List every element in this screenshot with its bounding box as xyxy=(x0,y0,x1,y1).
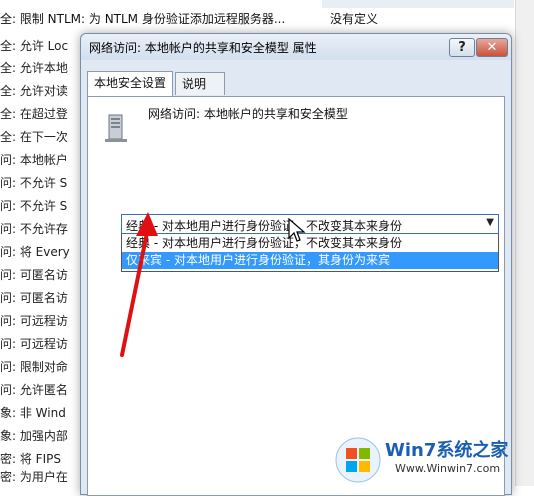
policy-row[interactable]: 问: 不允许 S xyxy=(0,195,67,217)
close-button[interactable]: ✕ xyxy=(476,38,508,57)
chevron-down-icon[interactable]: ▼ xyxy=(486,217,494,228)
dialog-title: 网络访问: 本地帐户的共享和安全模型 属性 xyxy=(89,41,317,55)
watermark-brand: Win7系统之家 xyxy=(385,440,509,461)
policy-row[interactable]: 问: 可远程访 xyxy=(0,333,68,355)
policy-server-icon xyxy=(105,114,127,142)
watermark-url: Www.Winwin7.com xyxy=(395,462,501,475)
policy-row[interactable]: 问: 将 Every xyxy=(0,241,70,263)
policy-row[interactable]: 象: 加强内部 xyxy=(0,425,68,447)
policy-row[interactable]: 问: 可匿名访 xyxy=(0,264,68,286)
tab-explain[interactable]: 说明 xyxy=(175,72,225,95)
policy-list-selection xyxy=(322,0,514,8)
dialog-titlebar[interactable]: 网络访问: 本地帐户的共享和安全模型 属性 ? ✕ xyxy=(81,34,511,60)
policy-row[interactable]: 全: 允许本地 xyxy=(0,57,68,79)
policy-row[interactable]: 问: 不允许 S xyxy=(0,172,67,194)
policy-row[interactable]: 全: 在下一次 xyxy=(0,126,68,148)
red-arrow-icon xyxy=(120,212,158,357)
policy-row[interactable]: 全: 允许对读 xyxy=(0,80,68,102)
mouse-cursor-icon xyxy=(288,218,306,242)
policy-row[interactable]: 问: 限制对命 xyxy=(0,356,68,378)
policy-row[interactable]: 密: 为用户在 xyxy=(0,466,68,488)
policy-row[interactable]: 问: 可远程访 xyxy=(0,310,68,332)
scrollbar[interactable] xyxy=(515,0,534,486)
policy-row-name: 全: 限制 NTLM: 为 NTLM 身份验证添加远程服务器... xyxy=(0,12,286,26)
policy-row[interactable]: 问: 允许匿名 xyxy=(0,379,68,401)
policy-row[interactable]: 全: 允许 Loc xyxy=(0,35,68,57)
policy-row[interactable]: 问: 不允许存 xyxy=(0,218,68,240)
policy-name: 网络访问: 本地帐户的共享和安全模型 xyxy=(148,107,348,121)
policy-row[interactable]: 象: 非 Wind xyxy=(0,402,66,424)
policy-row[interactable]: 全: 在超过登 xyxy=(0,103,68,125)
help-button[interactable]: ? xyxy=(449,38,475,57)
policy-row-value: 没有定义 xyxy=(330,12,379,26)
policy-row[interactable]: 问: 可匿名访 xyxy=(0,287,68,309)
tab-local-security-setting[interactable]: 本地安全设置 xyxy=(87,71,173,96)
policy-row[interactable]: 问: 本地帐户 xyxy=(0,149,68,171)
